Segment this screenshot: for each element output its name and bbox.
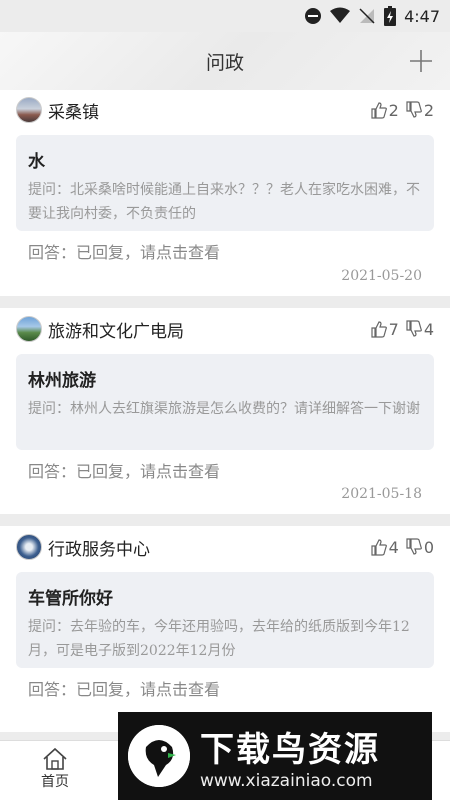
org-avatar	[16, 534, 42, 560]
bird-logo-icon	[128, 725, 190, 787]
question-text: 提问：北采桑啥时候能通上自来水？？？老人在家吃水困难，不要让我向村委，不负责任的	[28, 182, 420, 222]
watermark-url: www.xiazainiao.com	[200, 770, 373, 791]
answer-link[interactable]: 回答：已回复，请点击查看	[16, 239, 434, 263]
thumbs-down-icon	[406, 101, 422, 118]
question-text: 提问：林州人去红旗渠旅游是怎么收费的？请详细解答一下谢谢	[28, 401, 420, 417]
like-button[interactable]: 7	[370, 320, 399, 339]
dislike-button[interactable]: 2	[405, 101, 434, 120]
question-feed: 采桑镇 2 2 水 提问：北采桑啥时候能通上自来水？？？老人在家吃水困难，不要让…	[0, 90, 450, 740]
question-card[interactable]: 旅游和文化广电局 7 4 林州旅游 提问：林州人去红旗渠旅游是怎么收费的？请详细…	[0, 308, 450, 514]
dislike-button[interactable]: 0	[405, 538, 434, 557]
question-box[interactable]: 林州旅游 提问：林州人去红旗渠旅游是怎么收费的？请详细解答一下谢谢	[16, 354, 434, 450]
like-count: 4	[388, 537, 399, 557]
question-title: 车管所你好	[28, 589, 113, 609]
like-count: 7	[388, 319, 399, 339]
thumbs-down-icon	[406, 320, 422, 337]
do-not-disturb-icon	[305, 8, 322, 24]
like-count: 2	[388, 100, 399, 120]
wifi-icon	[330, 7, 351, 23]
watermark-title: 下载鸟资源	[200, 729, 380, 770]
org-name: 行政服务中心	[48, 539, 150, 560]
answer-link[interactable]: 回答：已回复，请点击查看	[16, 676, 434, 700]
thumbs-up-icon	[371, 321, 387, 338]
watermark-banner: 下载鸟资源 www.xiazainiao.com	[118, 712, 432, 800]
nav-item-home[interactable]: 首页	[30, 747, 80, 791]
thumbs-down-icon	[406, 538, 422, 555]
page-title: 问政	[205, 51, 244, 74]
answer-link[interactable]: 回答：已回复，请点击查看	[16, 458, 434, 482]
question-text: 提问：去年验的车，今年还用验吗，去年给的纸质版到今年12月，可是电子版到2022…	[28, 619, 410, 659]
no-signal-icon	[359, 8, 375, 24]
dislike-count: 4	[423, 319, 434, 339]
add-icon[interactable]	[408, 48, 434, 74]
app-header: 问政	[0, 32, 450, 90]
question-card[interactable]: 采桑镇 2 2 水 提问：北采桑啥时候能通上自来水？？？老人在家吃水困难，不要让…	[0, 90, 450, 296]
home-icon	[43, 747, 67, 770]
dislike-count: 2	[423, 100, 434, 120]
dislike-count: 0	[423, 537, 434, 557]
question-title: 水	[28, 152, 45, 172]
org-name: 采桑镇	[48, 102, 99, 123]
question-card[interactable]: 行政服务中心 4 0 车管所你好 提问：去年验的车，今年还用验吗，去年给的纸质版…	[0, 526, 450, 732]
question-title: 林州旅游	[28, 371, 96, 391]
battery-charging-icon	[384, 6, 397, 26]
status-time: 4:47	[404, 6, 440, 26]
org-avatar	[16, 316, 42, 342]
question-box[interactable]: 车管所你好 提问：去年验的车，今年还用验吗，去年给的纸质版到今年12月，可是电子…	[16, 572, 434, 668]
like-button[interactable]: 2	[370, 101, 399, 120]
thumbs-up-icon	[371, 539, 387, 556]
nav-item-label: 首页	[41, 774, 69, 790]
post-date: 2021-05-20	[341, 268, 422, 284]
thumbs-up-icon	[371, 102, 387, 119]
question-box[interactable]: 水 提问：北采桑啥时候能通上自来水？？？老人在家吃水困难，不要让我向村委，不负责…	[16, 135, 434, 231]
post-date: 2021-05-18	[341, 486, 422, 502]
org-name: 旅游和文化广电局	[48, 321, 184, 342]
dislike-button[interactable]: 4	[405, 320, 434, 339]
like-button[interactable]: 4	[370, 538, 399, 557]
org-avatar	[16, 97, 42, 123]
status-bar: 4:47	[0, 0, 450, 32]
